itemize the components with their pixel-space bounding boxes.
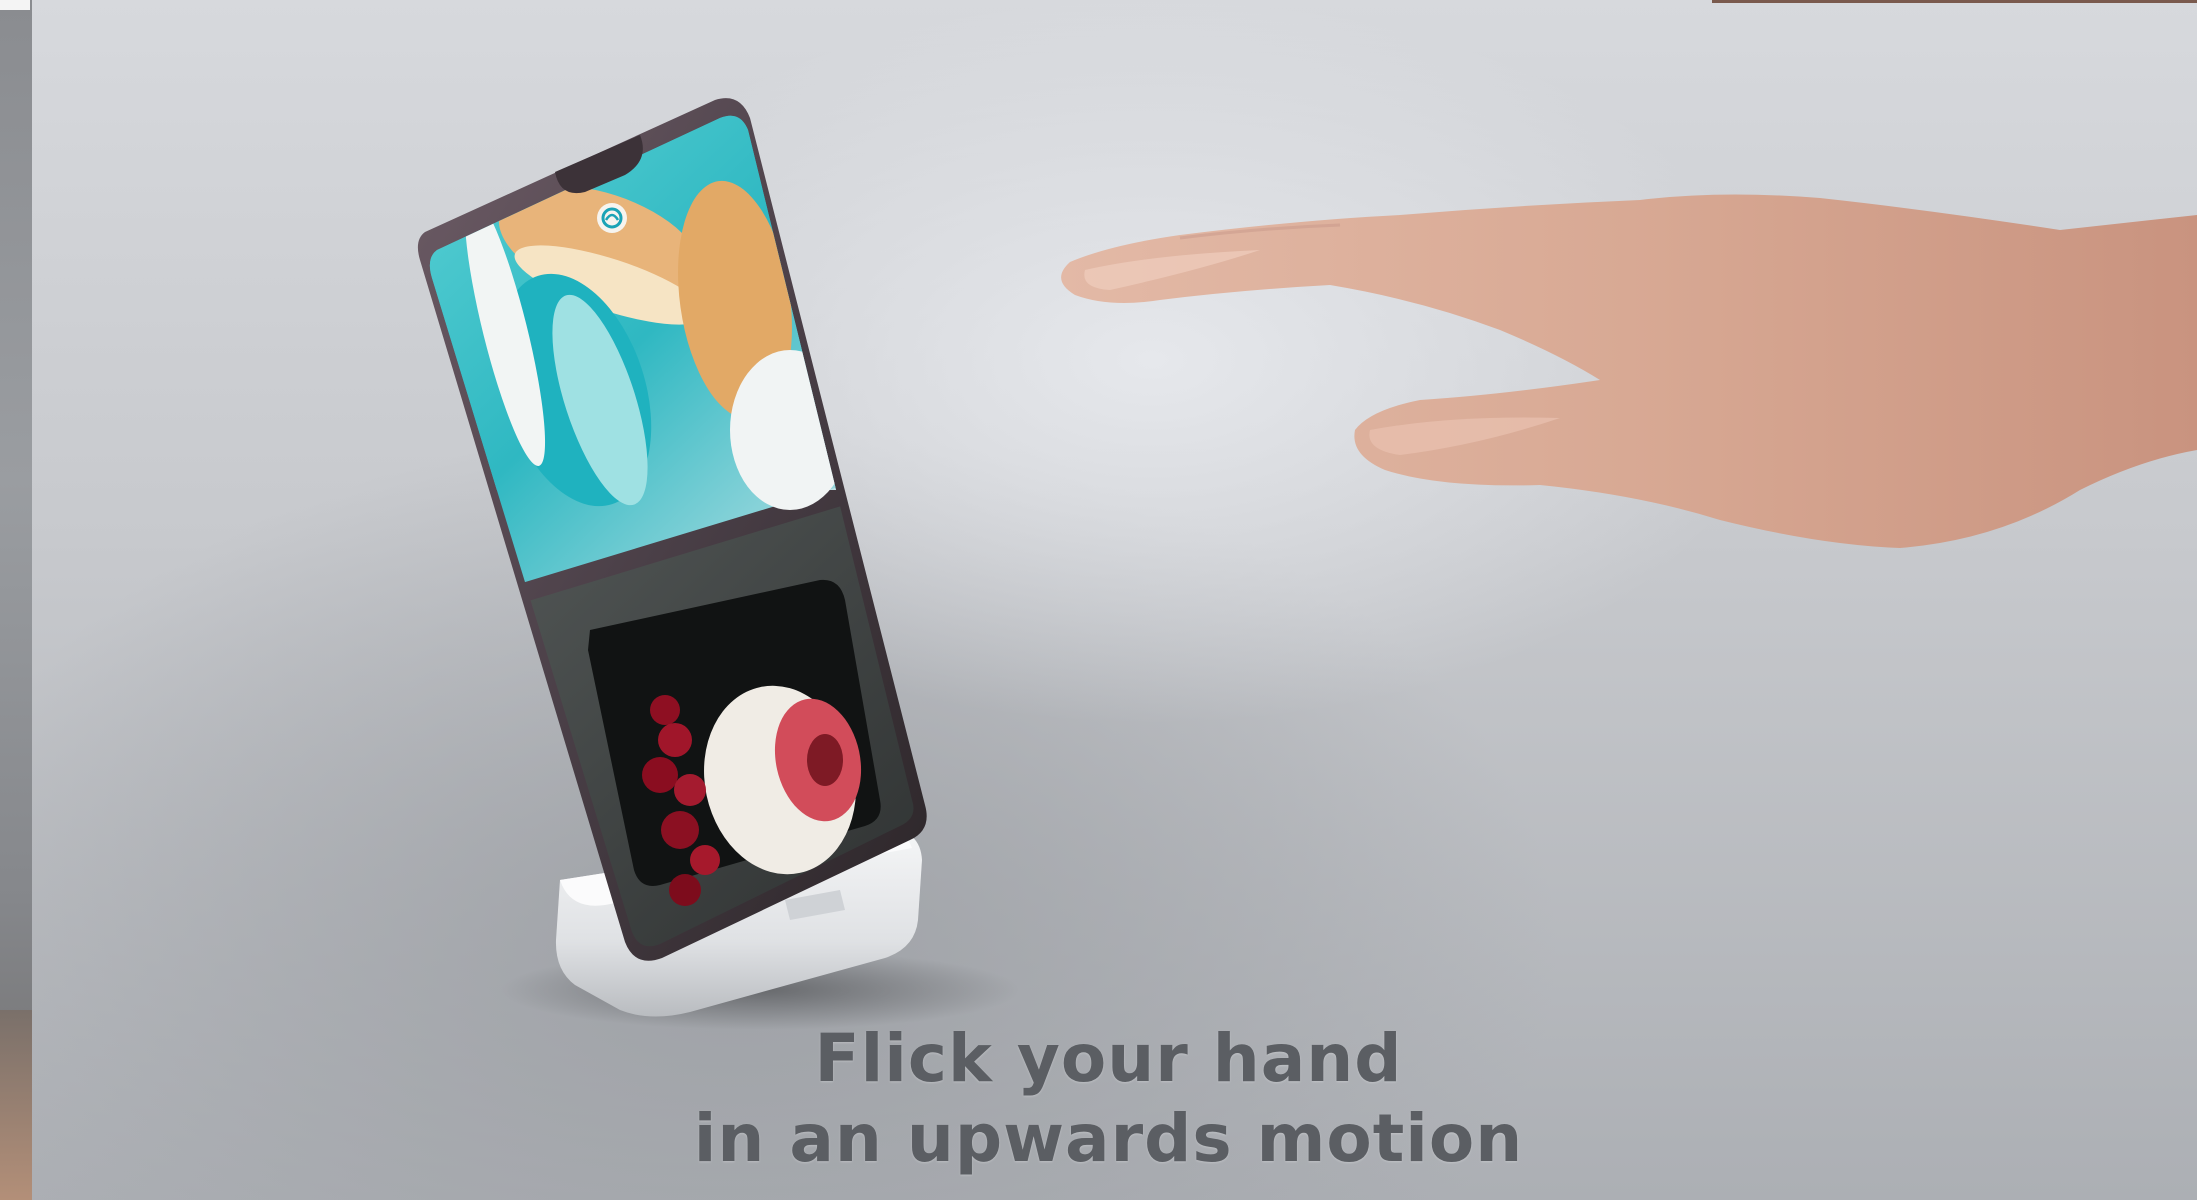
hand-gesture (1061, 194, 2197, 548)
instruction-caption-line2: in an upwards motion (693, 1100, 1524, 1177)
instruction-caption-line1: Flick your hand (814, 1020, 1403, 1097)
video-frame-container: Flick your hand in an upwards motion (0, 0, 2197, 1200)
air-gesture-hand-icon (597, 203, 627, 233)
